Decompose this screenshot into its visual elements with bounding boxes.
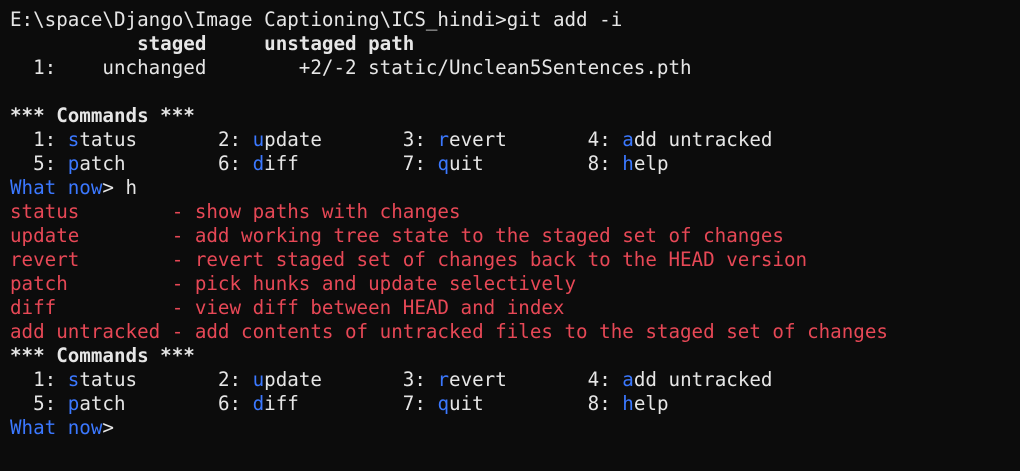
- status-table-header: staged unstaged path: [10, 32, 415, 55]
- commands-header: *** Commands ***: [10, 344, 195, 367]
- help-line: diff - view diff between HEAD and index: [10, 296, 565, 319]
- command-number: 3:: [402, 128, 438, 151]
- commands-row: 5: patch 6: diff 7: quit 8: help: [10, 152, 1020, 176]
- what-now-prompt[interactable]: What now> h: [10, 176, 1020, 200]
- command-number: 6:: [217, 152, 253, 175]
- command-number: 1:: [10, 368, 68, 391]
- command-hotkey: a: [622, 368, 634, 391]
- command-hotkey: a: [622, 128, 634, 151]
- what-now-label: What now: [10, 416, 103, 439]
- command-hotkey: d: [252, 152, 265, 175]
- terminal-window[interactable]: E:\space\Django\Image Captioning\ICS_hin…: [0, 0, 1020, 471]
- command-hotkey: r: [437, 368, 450, 391]
- command-hotkey: p: [67, 392, 80, 415]
- command-number: 2:: [217, 128, 253, 151]
- command-label: tatus: [79, 128, 218, 151]
- command-label: iff: [264, 392, 403, 415]
- command-hotkey: r: [437, 128, 450, 151]
- command-hotkey: s: [67, 128, 80, 151]
- command-hotkey: p: [67, 152, 80, 175]
- command-number: 8:: [587, 392, 623, 415]
- status-table-row: 1: unchanged +2/-2 static/Unclean5Senten…: [10, 56, 692, 79]
- commands-row: 5: patch 6: diff 7: quit 8: help: [10, 392, 1020, 416]
- command-label: dd untracked: [633, 368, 773, 391]
- command-number: 4:: [587, 368, 623, 391]
- prompt-path: E:\space\Django\Image Captioning\ICS_hin…: [10, 8, 507, 31]
- command-label: atch: [79, 392, 218, 415]
- what-now-input[interactable]: > h: [102, 176, 137, 199]
- commands-header: *** Commands ***: [10, 104, 195, 127]
- command-number: 5:: [10, 152, 68, 175]
- command-label: evert: [449, 368, 588, 391]
- what-now-label: What now: [10, 176, 103, 199]
- command-label: iff: [264, 152, 403, 175]
- command-number: 5:: [10, 392, 68, 415]
- command-label: atch: [79, 152, 218, 175]
- help-line: patch - pick hunks and update selectivel…: [10, 272, 577, 295]
- command-label: dd untracked: [633, 128, 773, 151]
- command-hotkey: q: [437, 152, 450, 175]
- command-prompt-line: E:\space\Django\Image Captioning\ICS_hin…: [10, 8, 1020, 32]
- help-line: add untracked - add contents of untracke…: [10, 320, 888, 343]
- help-line: status - show paths with changes: [10, 200, 461, 223]
- command-label: tatus: [79, 368, 218, 391]
- command-number: 8:: [587, 152, 623, 175]
- command-label: pdate: [264, 368, 403, 391]
- command-number: 1:: [10, 128, 68, 151]
- command-hotkey: s: [67, 368, 80, 391]
- what-now-prompt[interactable]: What now>: [10, 416, 1020, 440]
- command-label: elp: [633, 152, 669, 175]
- command-label: uit: [449, 392, 588, 415]
- command-number: 7:: [402, 392, 438, 415]
- command-number: 4:: [587, 128, 623, 151]
- help-line: update - add working tree state to the s…: [10, 224, 784, 247]
- what-now-input[interactable]: >: [102, 416, 114, 439]
- typed-command: git add -i: [506, 8, 623, 31]
- command-hotkey: u: [252, 128, 265, 151]
- command-hotkey: h: [622, 392, 634, 415]
- command-hotkey: q: [437, 392, 450, 415]
- command-hotkey: h: [622, 152, 634, 175]
- command-number: 6:: [217, 392, 253, 415]
- commands-row: 1: status 2: update 3: revert 4: add unt…: [10, 368, 1020, 392]
- command-label: evert: [449, 128, 588, 151]
- command-number: 2:: [217, 368, 253, 391]
- command-hotkey: d: [252, 392, 265, 415]
- command-label: pdate: [264, 128, 403, 151]
- command-label: elp: [633, 392, 669, 415]
- command-number: 7:: [402, 152, 438, 175]
- command-hotkey: u: [252, 368, 265, 391]
- command-number: 3:: [402, 368, 438, 391]
- help-line: revert - revert staged set of changes ba…: [10, 248, 808, 271]
- commands-row: 1: status 2: update 3: revert 4: add unt…: [10, 128, 1020, 152]
- command-label: uit: [449, 152, 588, 175]
